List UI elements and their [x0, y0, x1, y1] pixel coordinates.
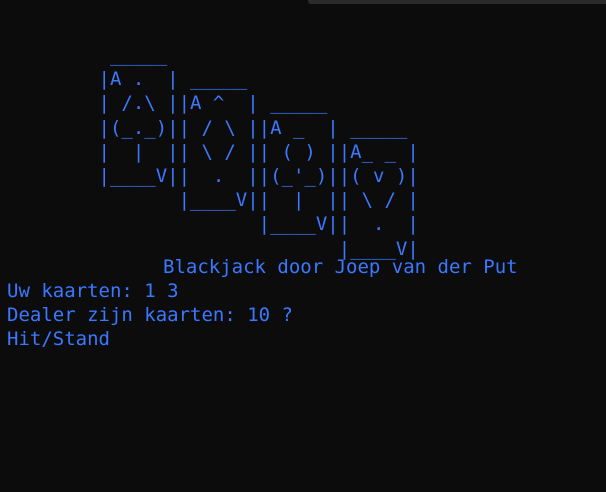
ascii-art-line: |____V|| . ||(_'_)||( v )| — [7, 164, 419, 187]
ascii-art-line: | /.\ ||A ^ | _____ — [7, 92, 328, 115]
ascii-art-line: |____V|| | || \ / | — [7, 189, 419, 212]
ascii-card-art: _____ |A . | _____ | /.\ ||A ^ | _____ |… — [7, 43, 419, 261]
ascii-art-line: |____V|| . | — [7, 213, 419, 236]
dealer-cards-line: Dealer zijn kaarten: 10 ? — [7, 304, 293, 326]
window-top-edge — [0, 0, 606, 4]
ascii-art-line: |(_._)|| / \ ||A _ | _____ — [7, 116, 408, 139]
game-title: Blackjack door Joep van der Put — [163, 256, 518, 278]
tab-strip-edge — [308, 0, 606, 4]
ascii-art-line: _____ — [7, 44, 168, 66]
player-cards-line: Uw kaarten: 1 3 — [7, 280, 179, 302]
terminal-window[interactable]: _____ |A . | _____ | /.\ ||A ^ | _____ |… — [0, 0, 606, 492]
ascii-art-line: |A . | _____ — [7, 68, 248, 91]
ascii-art-line: | | || \ / || ( ) ||A_ _ | — [7, 140, 419, 163]
action-prompt: Hit/Stand — [7, 328, 110, 350]
